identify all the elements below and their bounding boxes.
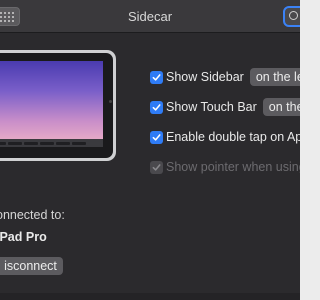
window-title: Sidecar <box>127 9 173 24</box>
show-sidebar-option: Show Sidebar on the left <box>150 68 300 86</box>
show-pointer-label: Show pointer when using A <box>166 160 300 174</box>
disconnect-button[interactable]: isconnect <box>0 257 63 275</box>
search-icon <box>289 11 298 20</box>
checkmark-icon <box>152 103 161 111</box>
ipad-screen <box>0 61 103 147</box>
ipad-camera <box>109 100 112 103</box>
window-bottom-edge <box>0 293 300 300</box>
checkmark-icon <box>152 73 161 81</box>
touch-bar-position-popup[interactable]: on the b <box>262 98 300 116</box>
title-bar: Sidecar <box>0 0 300 33</box>
double-tap-option: Enable double tap on Apple <box>150 128 300 146</box>
double-tap-checkbox[interactable] <box>150 130 163 144</box>
checkmark-icon <box>152 133 161 141</box>
show-pointer-checkbox[interactable] <box>150 160 163 174</box>
ipad-illustration <box>0 50 116 161</box>
show-touch-bar-checkbox[interactable] <box>150 100 163 114</box>
sidecar-window: Sidecar Show Sidebar on the left Show To… <box>0 0 300 300</box>
show-touch-bar-label: Show Touch Bar <box>166 100 257 114</box>
search-button[interactable] <box>283 6 300 27</box>
connected-to-label: onnected to: <box>0 208 65 222</box>
show-sidebar-label: Show Sidebar <box>166 70 244 84</box>
ipad-dock <box>0 139 103 147</box>
double-tap-label: Enable double tap on Apple <box>166 130 300 144</box>
show-touch-bar-option: Show Touch Bar on the b <box>150 98 300 116</box>
checkmark-icon <box>152 163 161 171</box>
show-sidebar-checkbox[interactable] <box>150 70 163 84</box>
sidebar-position-popup[interactable]: on the left <box>249 68 300 86</box>
show-pointer-option: Show pointer when using A <box>150 158 300 176</box>
device-name: iPad Pro <box>0 230 47 244</box>
